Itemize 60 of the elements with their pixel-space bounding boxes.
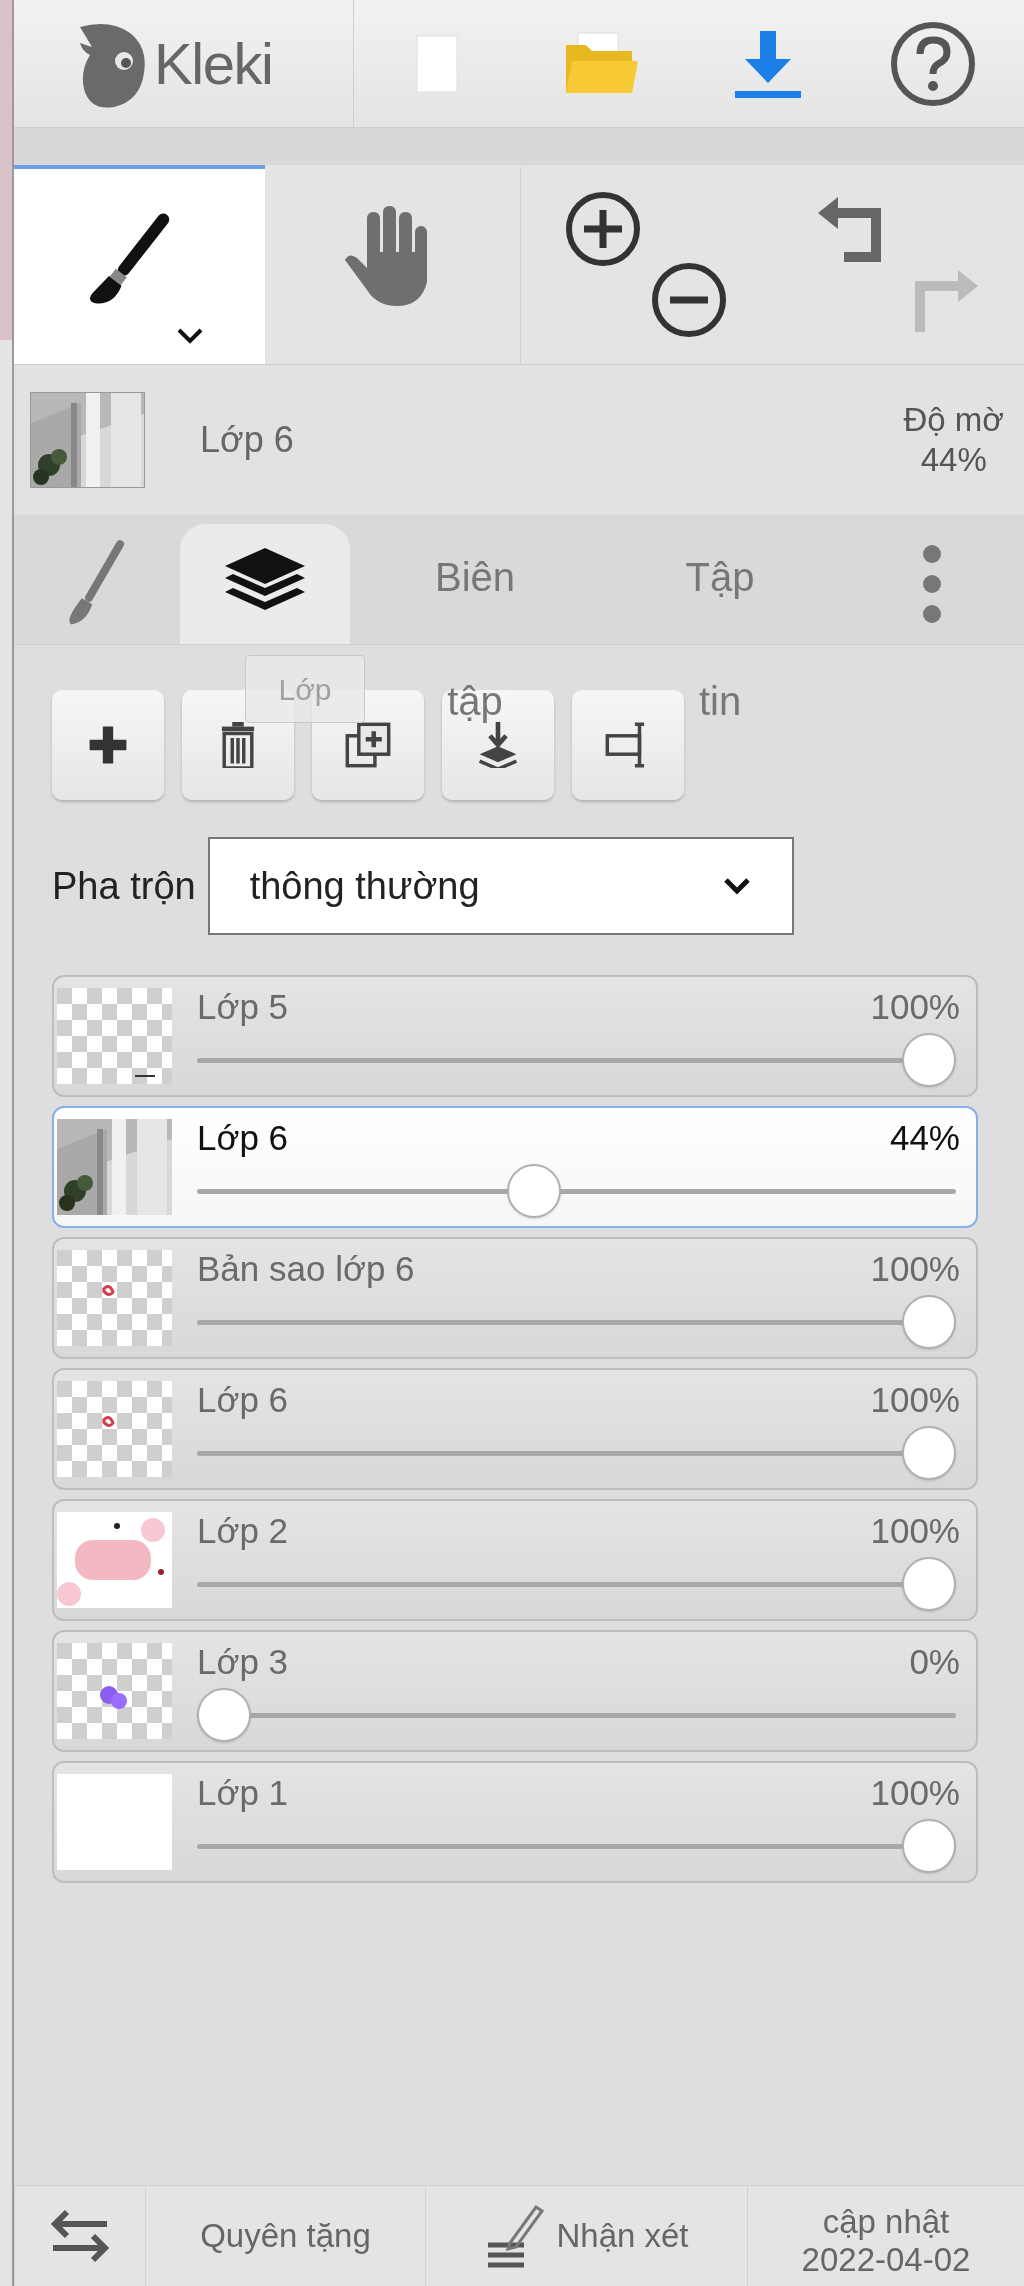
layer-name: Bản sao lớp 6 xyxy=(197,1248,415,1290)
zoom-in-button[interactable] xyxy=(564,190,642,268)
opacity-slider[interactable] xyxy=(197,1688,956,1742)
tab[interactable] xyxy=(180,524,350,644)
layer-item[interactable]: Lớp 6 44% xyxy=(52,1106,978,1228)
opacity-slider[interactable] xyxy=(197,1819,956,1873)
layer-item[interactable]: Lớp 6 100% xyxy=(52,1368,978,1490)
layer-item[interactable]: Bản sao lớp 6 100% xyxy=(52,1237,978,1359)
footer-link[interactable]: Quyên tặng xyxy=(145,2186,425,2286)
opacity-value: 100% xyxy=(870,1379,960,1421)
opacity-slider[interactable] xyxy=(197,1426,956,1480)
footer-link[interactable]: cập nhật 2022-04-02 xyxy=(747,2186,1024,2286)
chevron-down-icon xyxy=(721,876,752,896)
layer-name: Lớp 2 xyxy=(197,1510,289,1552)
opacity-value: 0% xyxy=(909,1641,960,1683)
caret-icon xyxy=(175,326,205,346)
blend-mode-dropdown[interactable]: thông thường xyxy=(207,837,794,935)
zoom-out-button[interactable] xyxy=(650,261,728,339)
layer-name: Lớp 1 xyxy=(197,1772,289,1814)
blank-page-icon xyxy=(414,33,459,94)
opacity-value: 44% xyxy=(889,1117,960,1159)
layer-item[interactable]: Lớp 1 100% xyxy=(52,1761,978,1883)
slider-thumb[interactable] xyxy=(902,1819,956,1873)
opacity-value: 100% xyxy=(870,1510,960,1552)
opacity-value: 100% xyxy=(870,1248,960,1290)
blend-mode-label: Pha trộn xyxy=(52,863,196,909)
zoom-out-icon xyxy=(650,261,728,339)
slider-thumb[interactable] xyxy=(507,1164,562,1218)
slider-thumb[interactable] xyxy=(902,1033,956,1087)
opacity-value: 100% xyxy=(870,1772,960,1814)
layer-name: Lớp 6 xyxy=(197,1379,289,1421)
opacity-slider[interactable] xyxy=(197,1557,956,1611)
layer-name: Lớp 3 xyxy=(197,1641,289,1683)
opacity-value: 44% xyxy=(920,440,987,480)
more-icon xyxy=(921,544,943,624)
tab[interactable]: Tập tin xyxy=(600,515,840,763)
help-icon xyxy=(889,19,978,108)
slider-thumb[interactable] xyxy=(197,1688,251,1742)
layer-name: Lớp 5 xyxy=(197,986,289,1028)
tooltip: Lớp xyxy=(245,655,365,723)
opacity-slider[interactable] xyxy=(197,1164,956,1218)
opacity-slider[interactable] xyxy=(197,1295,956,1349)
zoom-in-icon xyxy=(564,190,642,268)
layer-name: Lớp 6 xyxy=(200,418,294,462)
brush-tool-button[interactable] xyxy=(14,165,265,364)
layer-name: Lớp 6 xyxy=(197,1117,289,1159)
duplicate-icon xyxy=(345,722,391,768)
layer-item[interactable]: Lớp 2 100% xyxy=(52,1499,978,1621)
app-name: Kleki xyxy=(154,30,273,98)
slider-thumb[interactable] xyxy=(902,1557,956,1611)
footer-link[interactable]: Nhận xét xyxy=(425,2186,747,2286)
opacity-slider[interactable] xyxy=(197,1033,956,1087)
slider-thumb[interactable] xyxy=(902,1295,956,1349)
opacity-value: 100% xyxy=(870,986,960,1028)
slider-thumb[interactable] xyxy=(902,1426,956,1480)
layer-item[interactable]: Lớp 3 0% xyxy=(52,1630,978,1752)
layer-item[interactable]: Lớp 5 100% xyxy=(52,975,978,1097)
rename-layer-button[interactable] xyxy=(572,690,684,800)
add-layer-button[interactable] xyxy=(52,690,164,800)
opacity-label: Độ mờ xyxy=(903,400,1004,440)
